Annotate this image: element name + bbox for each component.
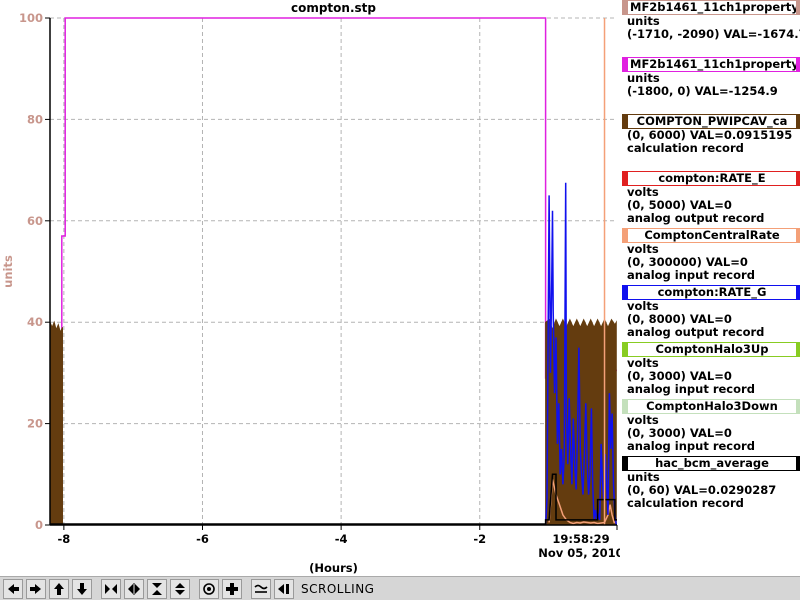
legend-entry-detail: (-1710, -2090) VAL=-1674.7	[627, 27, 800, 41]
x-end-label: 19:58:29	[552, 532, 609, 546]
zoom-in-x-button[interactable]	[101, 578, 121, 599]
legend-entry-detail: analog input record	[627, 382, 755, 396]
y-tick-label: 60	[27, 214, 43, 228]
legend-entry-name: COMPTON_PWIPCAV_ca	[627, 114, 800, 129]
zoom-in-y-button[interactable]	[147, 578, 167, 599]
compress-vertical-icon	[152, 582, 162, 595]
zoom-out-x-button[interactable]	[124, 578, 144, 599]
legend-entry-name: MF2b1461_11ch1property.E	[627, 57, 800, 72]
y-tick-label: 40	[27, 315, 43, 329]
zoom-out-y-button[interactable]	[170, 578, 190, 599]
y-tick-label: 0	[35, 518, 43, 532]
series-line-mf2b1461-11ch1property-e	[50, 17, 617, 379]
circle-target-icon	[203, 582, 215, 595]
legend-entry[interactable]: ComptonCentralRate volts (0, 300000) VAL=0…	[622, 228, 800, 285]
legend-entry-detail: calculation record	[627, 141, 744, 155]
y-axis-label: units	[1, 255, 15, 288]
x-tick-label: -4	[335, 532, 348, 546]
arrow-up-icon	[54, 582, 64, 595]
y-tick-label: 20	[27, 417, 43, 431]
x-tick-label: -8	[57, 532, 70, 546]
expand-vertical-icon	[175, 582, 185, 595]
series-line-hac-bcm-average	[50, 473, 617, 525]
legend-entry[interactable]: MF2b1461_11ch1property.E units (-1800, 0) …	[622, 57, 800, 114]
axes: 0 20 40 60 80 100 -8 -6 -4 -2 19:58:29Nov 05, 2010…	[1, 11, 620, 575]
x-tick-label: -6	[196, 532, 209, 546]
legend-entry-name: hac_bcm_average	[627, 456, 800, 471]
pan-up-button[interactable]	[49, 578, 69, 599]
legend-entry[interactable]: compton:RATE_G volts (0, 8000) VAL=0 analog…	[622, 285, 800, 342]
plus-icon	[226, 582, 238, 595]
x-end-label: Nov 05, 2010	[538, 546, 620, 560]
legend-entry-name: MF2b1461_11ch1property.F	[627, 0, 800, 15]
reset-button[interactable]	[251, 578, 271, 599]
legend-entry-name: ComptonHalo3Up	[627, 342, 800, 357]
legend-entry-detail: calculation record	[627, 496, 744, 510]
reset-wave-icon	[254, 584, 268, 593]
legend-entry[interactable]: compton:RATE_E volts (0, 5000) VAL=0 analog…	[622, 171, 800, 228]
series-area-compton-pwipcav-ca	[49, 320, 63, 526]
compress-horizontal-icon	[105, 583, 117, 594]
legend-entry[interactable]: hac_bcm_average units (0, 60) VAL=0.029028…	[622, 456, 800, 513]
grid	[50, 17, 617, 525]
legend-entry-detail: analog input record	[627, 268, 755, 282]
legend-entry[interactable]: COMPTON_PWIPCAV_ca (0, 6000) VAL=0.091519…	[622, 114, 800, 171]
legend-entry-detail: (-1800, 0) VAL=-1254.9	[627, 84, 778, 98]
legend-entry[interactable]: ComptonHalo3Down volts (0, 3000) VAL=0 anal…	[622, 399, 800, 456]
series-layer	[49, 17, 618, 526]
arrow-right-icon	[30, 583, 41, 594]
x-tick-label: -2	[473, 532, 486, 546]
add-button[interactable]	[222, 578, 242, 599]
legend: MF2b1461_11ch1property.F units (-1710, -20…	[622, 0, 800, 513]
pan-left-button[interactable]	[3, 578, 23, 599]
y-tick-label: 80	[27, 112, 43, 126]
chart-plot[interactable]: 0 20 40 60 80 100 -8 -6 -4 -2 19:58:29Nov 05, 2010…	[0, 0, 620, 576]
legend-entry[interactable]: ComptonHalo3Up volts (0, 3000) VAL=0 analog…	[622, 342, 800, 399]
expand-horizontal-icon	[128, 582, 140, 595]
y-tick-label: 100	[19, 11, 43, 25]
legend-entry-detail: analog input record	[627, 439, 755, 453]
pan-right-button[interactable]	[26, 578, 46, 599]
legend-entry-detail: analog output record	[627, 325, 765, 339]
scroll-toggle-button[interactable]	[274, 578, 294, 599]
legend-entry[interactable]: MF2b1461_11ch1property.F units (-1710, -20…	[622, 0, 800, 57]
legend-entry-name: compton:RATE_G	[627, 285, 800, 300]
legend-entry-name: compton:RATE_E	[627, 171, 800, 186]
legend-entry-name: ComptonHalo3Down	[627, 399, 800, 414]
status-text: SCROLLING	[301, 581, 375, 596]
legend-entry-name: ComptonCentralRate	[627, 228, 800, 243]
legend-entry-detail: analog output record	[627, 211, 765, 225]
autoscale-button[interactable]	[199, 578, 219, 599]
toolbar: SCROLLING	[0, 576, 800, 600]
arrow-left-icon	[8, 583, 19, 594]
x-axis-label: (Hours)	[309, 561, 358, 575]
scroll-arrow-icon	[278, 583, 289, 594]
arrow-down-icon	[77, 582, 87, 595]
pan-down-button[interactable]	[72, 578, 92, 599]
